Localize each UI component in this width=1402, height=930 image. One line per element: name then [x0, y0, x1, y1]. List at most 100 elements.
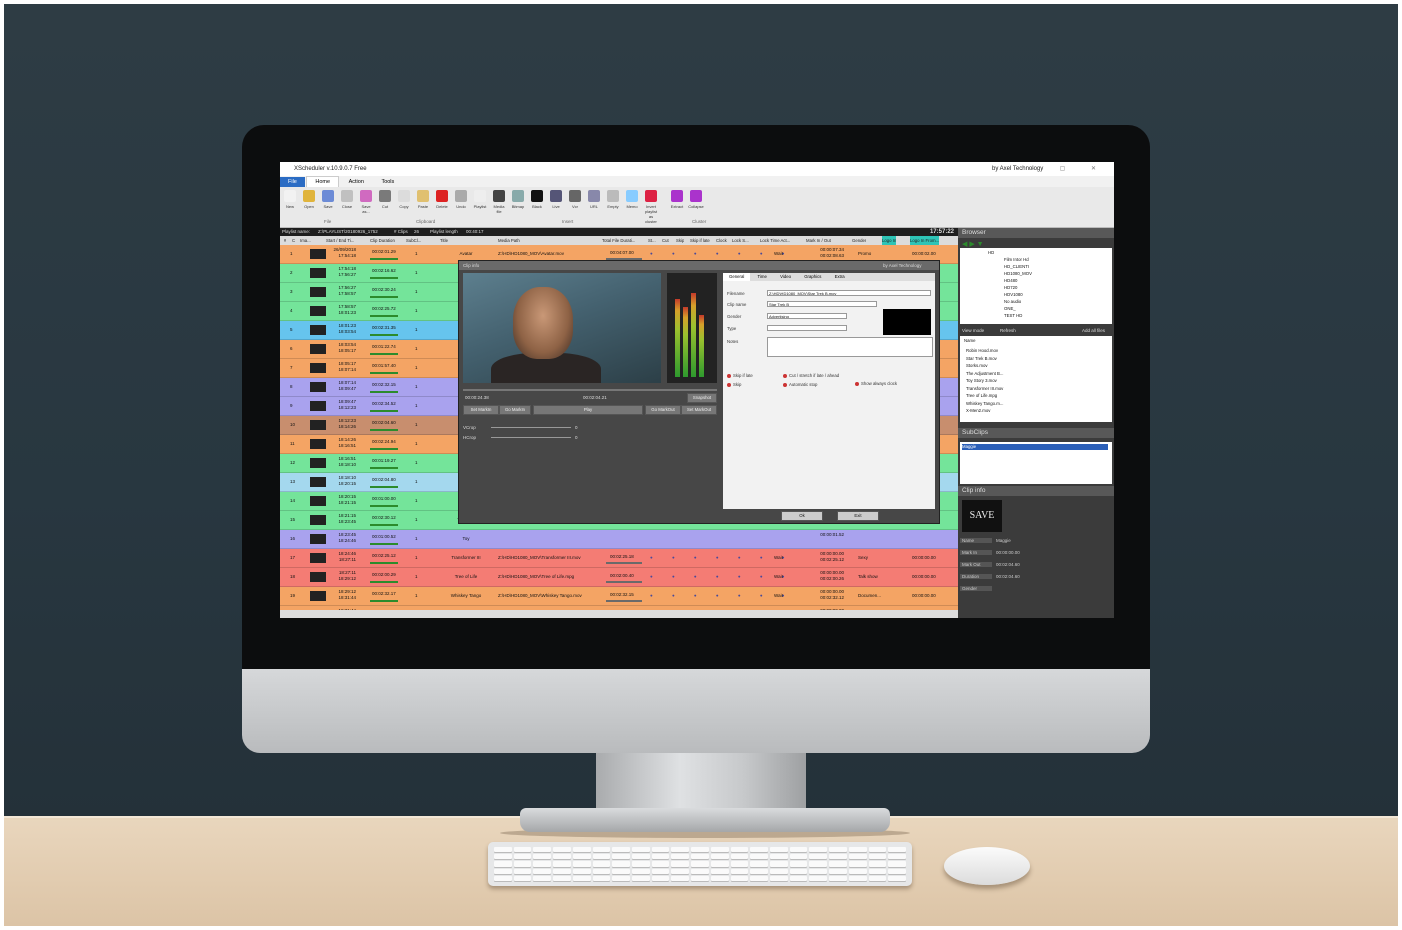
file-list-item[interactable]: Storks.mov	[966, 363, 988, 368]
file-list-item[interactable]: The Adjustment B...	[966, 371, 1004, 376]
table-row[interactable]: 19 18:29:12 18:31:44 00:02:32.17 1 Whiskey Ta…	[280, 587, 958, 606]
ribbon-button-18[interactable]: Empty	[605, 190, 621, 212]
window-controls[interactable]: – ▢ ✕	[1031, 162, 1108, 176]
snapshot-button[interactable]: Snapshot	[687, 393, 717, 403]
ribbon-button-17[interactable]: URL	[586, 190, 602, 212]
tree-item[interactable]: HD	[988, 250, 994, 255]
clip-thumbnail	[310, 382, 326, 392]
ribbon-button-8[interactable]: Paste	[415, 190, 431, 212]
table-row[interactable]: 16 18:23:45 18:24:46 00:01:00.52 1 Toy 00:00:0…	[280, 530, 958, 549]
tab-time[interactable]: Time	[752, 273, 773, 281]
tab-general[interactable]: General	[723, 273, 751, 281]
browser-nav-icons[interactable]: ◀ ▶ ▼	[962, 240, 984, 248]
file-list-item[interactable]: Tree of Life.mpg	[966, 393, 997, 398]
preview-figure-face	[513, 287, 573, 359]
tree-item[interactable]: Film Intor Hd	[1004, 257, 1029, 262]
ribbon-toolbar: File Clipboard Insert Cluster New Open Sav…	[280, 187, 1114, 228]
filename-field[interactable]: Z:\HD\HD1080_MOV\Star Trek B.mov	[767, 290, 931, 296]
tab-video[interactable]: Video	[774, 273, 797, 281]
keyboard-key	[868, 847, 887, 853]
view-mode-button[interactable]: View mode	[962, 328, 984, 333]
tree-item[interactable]: HDV1080	[1004, 292, 1023, 297]
file-list-item[interactable]: Toy Story 3.mov	[966, 378, 997, 383]
ribbon-button-2[interactable]: Open	[301, 190, 317, 212]
keyboard-key	[769, 868, 788, 874]
subclip-selected[interactable]: Maggie	[962, 444, 1108, 450]
ribbon-button-7[interactable]: Copy	[396, 190, 412, 212]
tree-item[interactable]: ONE_	[1004, 306, 1016, 311]
ribbon-button-21[interactable]: Extract	[669, 190, 685, 212]
exit-button[interactable]: Exit	[837, 511, 879, 521]
vcrop-slider[interactable]	[491, 427, 571, 428]
go-markout-button[interactable]: Go MarkOut	[645, 405, 681, 415]
folder-tree[interactable]: HD Film Intor Hd HD_CLIENTI HD1080_MOV HD480…	[960, 248, 1112, 324]
ribbon-button-20[interactable]: Invert playlist as cluster	[643, 190, 659, 224]
total-file-duration: 00:02:32.15	[610, 592, 634, 597]
tree-item[interactable]: No audio	[1004, 299, 1021, 304]
filename-label: Filename	[727, 291, 745, 296]
refresh-button[interactable]: Refresh	[1000, 328, 1016, 333]
table-row[interactable]: 18 18:27:11 18:29:12 00:02:00.29 1 Tree of Li…	[280, 568, 958, 587]
ribbon-button-19[interactable]: Memo	[624, 190, 640, 212]
ribbon-button-12[interactable]: Media file	[491, 190, 507, 214]
ribbon-button-11[interactable]: Playlist	[472, 190, 488, 212]
ribbon-button-9[interactable]: Delete	[434, 190, 450, 212]
ribbon-button-5[interactable]: Save as...	[358, 190, 374, 214]
type-select[interactable]	[767, 325, 847, 331]
keyboard	[488, 842, 912, 886]
subclips-list[interactable]: Maggie	[960, 442, 1112, 484]
go-markin-button[interactable]: Go MarkIn	[499, 405, 531, 415]
set-markout-button[interactable]: Set MarkOut	[681, 405, 717, 415]
ribbon-button-10[interactable]: Undo	[453, 190, 469, 212]
horizontal-scrollbar[interactable]	[280, 610, 958, 618]
gender-select[interactable]: Advertising	[767, 313, 847, 319]
start-end-time: 17:54:18 17:56:27	[330, 266, 356, 278]
file-list-item[interactable]: Whiskey Tango.m...	[966, 401, 1003, 406]
file-list-item[interactable]: Transformer III.mov	[966, 386, 1003, 391]
cut-stretch-checkbox[interactable]: Cut / stretch if late / ahead	[783, 373, 839, 378]
tree-item[interactable]: HD1080_MOV	[1004, 271, 1032, 276]
ribbon-button-6[interactable]: Cut	[377, 190, 393, 212]
ok-button[interactable]: Ok	[781, 511, 823, 521]
file-list-item[interactable]: Star Trek B.mov	[966, 356, 997, 361]
table-row[interactable]: 17 18:24:46 18:27:11 00:02:25.12 1 Transforme…	[280, 549, 958, 568]
skip-if-late-checkbox[interactable]: Skip if late	[727, 373, 753, 378]
skip-checkbox[interactable]: Skip	[727, 382, 741, 387]
ribbon-button-3[interactable]: Save	[320, 190, 336, 212]
notes-field[interactable]	[767, 337, 933, 357]
ribbon-button-22[interactable]: Collapse	[688, 190, 704, 212]
clipname-field[interactable]: Star Trek B	[767, 301, 877, 307]
tab-graphics[interactable]: Graphics	[798, 273, 827, 281]
ribbon-button-15[interactable]: Live	[548, 190, 564, 212]
set-markin-button[interactable]: Set MarkIn	[463, 405, 499, 415]
keyboard-key	[789, 847, 808, 853]
ribbon-button-16[interactable]: Vcr	[567, 190, 583, 212]
ribbon-button-1[interactable]: New	[282, 190, 298, 212]
tab-extra[interactable]: Extra	[829, 273, 851, 281]
start-mode: Wait	[774, 251, 783, 256]
keyboard-key	[651, 847, 670, 853]
hcrop-slider[interactable]	[491, 437, 571, 438]
clip-duration: 00:01:19.27	[372, 458, 396, 463]
automatic-stop-checkbox[interactable]: Automatic stop	[783, 382, 817, 387]
keyboard-key	[513, 875, 532, 881]
tree-item[interactable]: HD720	[1004, 285, 1017, 290]
file-list-item[interactable]: Robin Hood.mov	[966, 348, 998, 353]
show-clock-checkbox[interactable]: Show always clock	[855, 381, 897, 386]
tree-item[interactable]: HD480	[1004, 278, 1017, 283]
tree-item[interactable]: TEST HD	[1004, 313, 1022, 318]
ribbon-button-13[interactable]: Bitmap	[510, 190, 526, 212]
ribbon-button-14[interactable]: Black	[529, 190, 545, 212]
file-list-item[interactable]: X-Men2.mov	[966, 408, 990, 413]
timeline-slider[interactable]	[463, 389, 717, 391]
column-header: Cut	[662, 238, 669, 243]
play-button[interactable]: Play	[533, 405, 643, 415]
tree-item[interactable]: HD_CLIENTI	[1004, 264, 1029, 269]
ribbon-button-4[interactable]: Close	[339, 190, 355, 212]
mark-out: 00:02:00.26	[820, 576, 844, 581]
app-screen: XScheduler v.10.9.0.7 Free by Axel Techn…	[280, 162, 1114, 618]
keyboard-key	[868, 861, 887, 867]
file-list[interactable]: Name Robin Hood.mov Star Trek B.mov Storks…	[960, 336, 1112, 422]
keyboard-key	[592, 868, 611, 874]
add-all-files-button[interactable]: Add all files	[1082, 328, 1105, 333]
